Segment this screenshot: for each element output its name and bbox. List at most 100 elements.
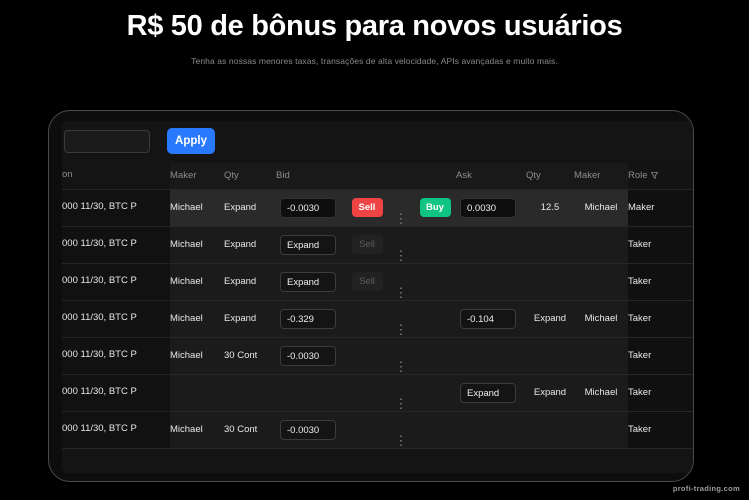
cell-position: 000 11/30, BTC P [62, 300, 170, 338]
table-row[interactable]: 000 11/30, BTC P Michael Expand -0.0030 Sell… [62, 189, 693, 227]
drag-handle-dots-icon[interactable] [400, 286, 402, 299]
cell-bid[interactable]: Expand [276, 263, 346, 301]
cell-maker2: Michael [574, 189, 628, 227]
col-header-bid[interactable]: Bid [276, 163, 346, 190]
position-text: 000 11/30, BTC P [62, 201, 137, 213]
cell-qty[interactable]: Expand [224, 300, 276, 338]
ask-input[interactable]: Expand [460, 382, 516, 403]
cell-qty[interactable]: 30 Cont [224, 337, 276, 375]
qty2-value[interactable]: Expand [534, 313, 566, 324]
cell-qty[interactable]: Expand [224, 226, 276, 264]
drag-handle-dots-icon[interactable] [400, 434, 402, 447]
cell-qty2 [526, 337, 574, 375]
cell-qty2[interactable]: 12.5 [526, 189, 574, 227]
hero-section: R$ 50 de bônus para novos usuários Tenha… [0, 0, 749, 66]
col-header-qty[interactable]: Qty [224, 163, 276, 190]
cell-ask[interactable]: -0.104 [456, 300, 526, 338]
cell-ask [456, 226, 526, 264]
filter-input[interactable] [64, 130, 150, 153]
cell-position: 000 11/30, BTC P [62, 411, 170, 449]
table-header-row: on Maker Qty Bid Ask Qty Maker Role T [62, 163, 693, 190]
cell-bid[interactable]: -0.0030 [276, 337, 346, 375]
bid-input[interactable]: -0.0030 [280, 197, 336, 218]
bid-input[interactable]: -0.329 [280, 308, 336, 329]
cell-qty[interactable]: Expand [224, 263, 276, 301]
drag-handle-dots-icon[interactable] [400, 212, 402, 225]
filter-icon[interactable] [650, 171, 658, 182]
col-header-maker2[interactable]: Maker [574, 163, 628, 190]
col-header-maker[interactable]: Maker [170, 163, 224, 190]
cell-bid[interactable]: -0.0030 [276, 411, 346, 449]
drag-handle-dots-icon[interactable] [400, 360, 402, 373]
cell-role: Taker [628, 374, 680, 412]
orders-table: on Maker Qty Bid Ask Qty Maker Role T [62, 163, 693, 449]
col-header-qty2[interactable]: Qty [526, 163, 574, 190]
cell-sell[interactable]: Sell [346, 226, 388, 264]
qty-value[interactable]: Expand [224, 239, 256, 250]
role-value: Taker [628, 276, 652, 287]
sell-button[interactable]: Sell [351, 198, 383, 217]
cell-buy[interactable]: Buy [414, 189, 456, 227]
col-header-buy-spacer [414, 163, 456, 190]
cell-taker: 7635 [680, 300, 693, 338]
drag-handle-dots-icon[interactable] [400, 323, 402, 336]
position-text: 000 11/30, BTC P [62, 238, 137, 250]
maker2-name: Michael [584, 202, 618, 213]
cell-qty2[interactable]: Expand [526, 300, 574, 338]
sell-button[interactable]: Sell [351, 272, 383, 291]
qty2-value[interactable]: 12.5 [541, 202, 560, 213]
col-header-position[interactable]: on [62, 163, 170, 190]
bid-input[interactable]: Expand [280, 234, 336, 255]
table-row[interactable]: 000 11/30, BTC P Expand Expand Michael Taker… [62, 374, 693, 412]
qty-value[interactable]: Expand [224, 313, 256, 324]
position-text: 000 11/30, BTC P [62, 386, 137, 398]
qty-value[interactable]: 30 Cont [224, 350, 257, 361]
col-header-ask[interactable]: Ask [456, 163, 526, 190]
cell-ask[interactable]: 0.0030 [456, 189, 526, 227]
cell-maker2: Michael [574, 374, 628, 412]
table-row[interactable]: 000 11/30, BTC P Michael Expand Expand Sell T… [62, 226, 693, 264]
bid-input[interactable]: -0.0030 [280, 419, 336, 440]
maker-name: Michael [170, 350, 203, 361]
cell-sell[interactable]: Sell [346, 189, 388, 227]
cell-row-separator [388, 263, 414, 301]
drag-handle-dots-icon[interactable] [400, 397, 402, 410]
ask-input[interactable]: 0.0030 [460, 197, 516, 218]
cell-role: Taker [628, 226, 680, 264]
cell-bid[interactable]: -0.329 [276, 300, 346, 338]
qty-value[interactable]: Expand [224, 276, 256, 287]
col-header-separator [388, 163, 414, 190]
table-row[interactable]: 000 11/30, BTC P Michael 30 Cont -0.0030 Tak… [62, 337, 693, 375]
col-header-taker[interactable]: Taker [680, 163, 693, 190]
ask-input[interactable]: -0.104 [460, 308, 516, 329]
table-row[interactable]: 000 11/30, BTC P Michael 30 Cont -0.0030 Tak… [62, 411, 693, 449]
cell-row-separator [388, 337, 414, 375]
qty2-value[interactable]: Expand [534, 387, 566, 398]
page-subtitle: Tenha as nossas menores taxas, transaçõe… [191, 56, 558, 67]
cell-ask[interactable]: Expand [456, 374, 526, 412]
drag-handle-dots-icon[interactable] [400, 249, 402, 262]
apply-button[interactable]: Apply [167, 128, 215, 154]
cell-qty2 [526, 226, 574, 264]
cell-qty2[interactable]: Expand [526, 374, 574, 412]
cell-sell[interactable]: Sell [346, 263, 388, 301]
table-row[interactable]: 000 11/30, BTC P Michael Expand Expand Sell T… [62, 263, 693, 301]
cell-bid[interactable]: -0.0030 [276, 189, 346, 227]
position-text: 000 11/30, BTC P [62, 349, 137, 361]
role-value: Taker [628, 350, 652, 361]
qty-value[interactable]: 30 Cont [224, 424, 257, 435]
col-header-role[interactable]: Role [628, 163, 680, 190]
qty-value[interactable]: Expand [224, 202, 256, 213]
cell-qty[interactable]: Expand [224, 189, 276, 227]
page-title: R$ 50 de bônus para novos usuários [126, 10, 623, 42]
bid-input[interactable]: -0.0030 [280, 345, 336, 366]
maker2-name: Michael [584, 387, 618, 398]
cell-bid[interactable]: Expand [276, 226, 346, 264]
buy-button[interactable]: Buy [419, 198, 451, 217]
cell-qty[interactable]: 30 Cont [224, 411, 276, 449]
cell-maker2 [574, 263, 628, 301]
bid-input[interactable]: Expand [280, 271, 336, 292]
table-row[interactable]: 000 11/30, BTC P Michael Expand -0.329 -0.10… [62, 300, 693, 338]
cell-ask [456, 263, 526, 301]
sell-button[interactable]: Sell [351, 235, 383, 254]
